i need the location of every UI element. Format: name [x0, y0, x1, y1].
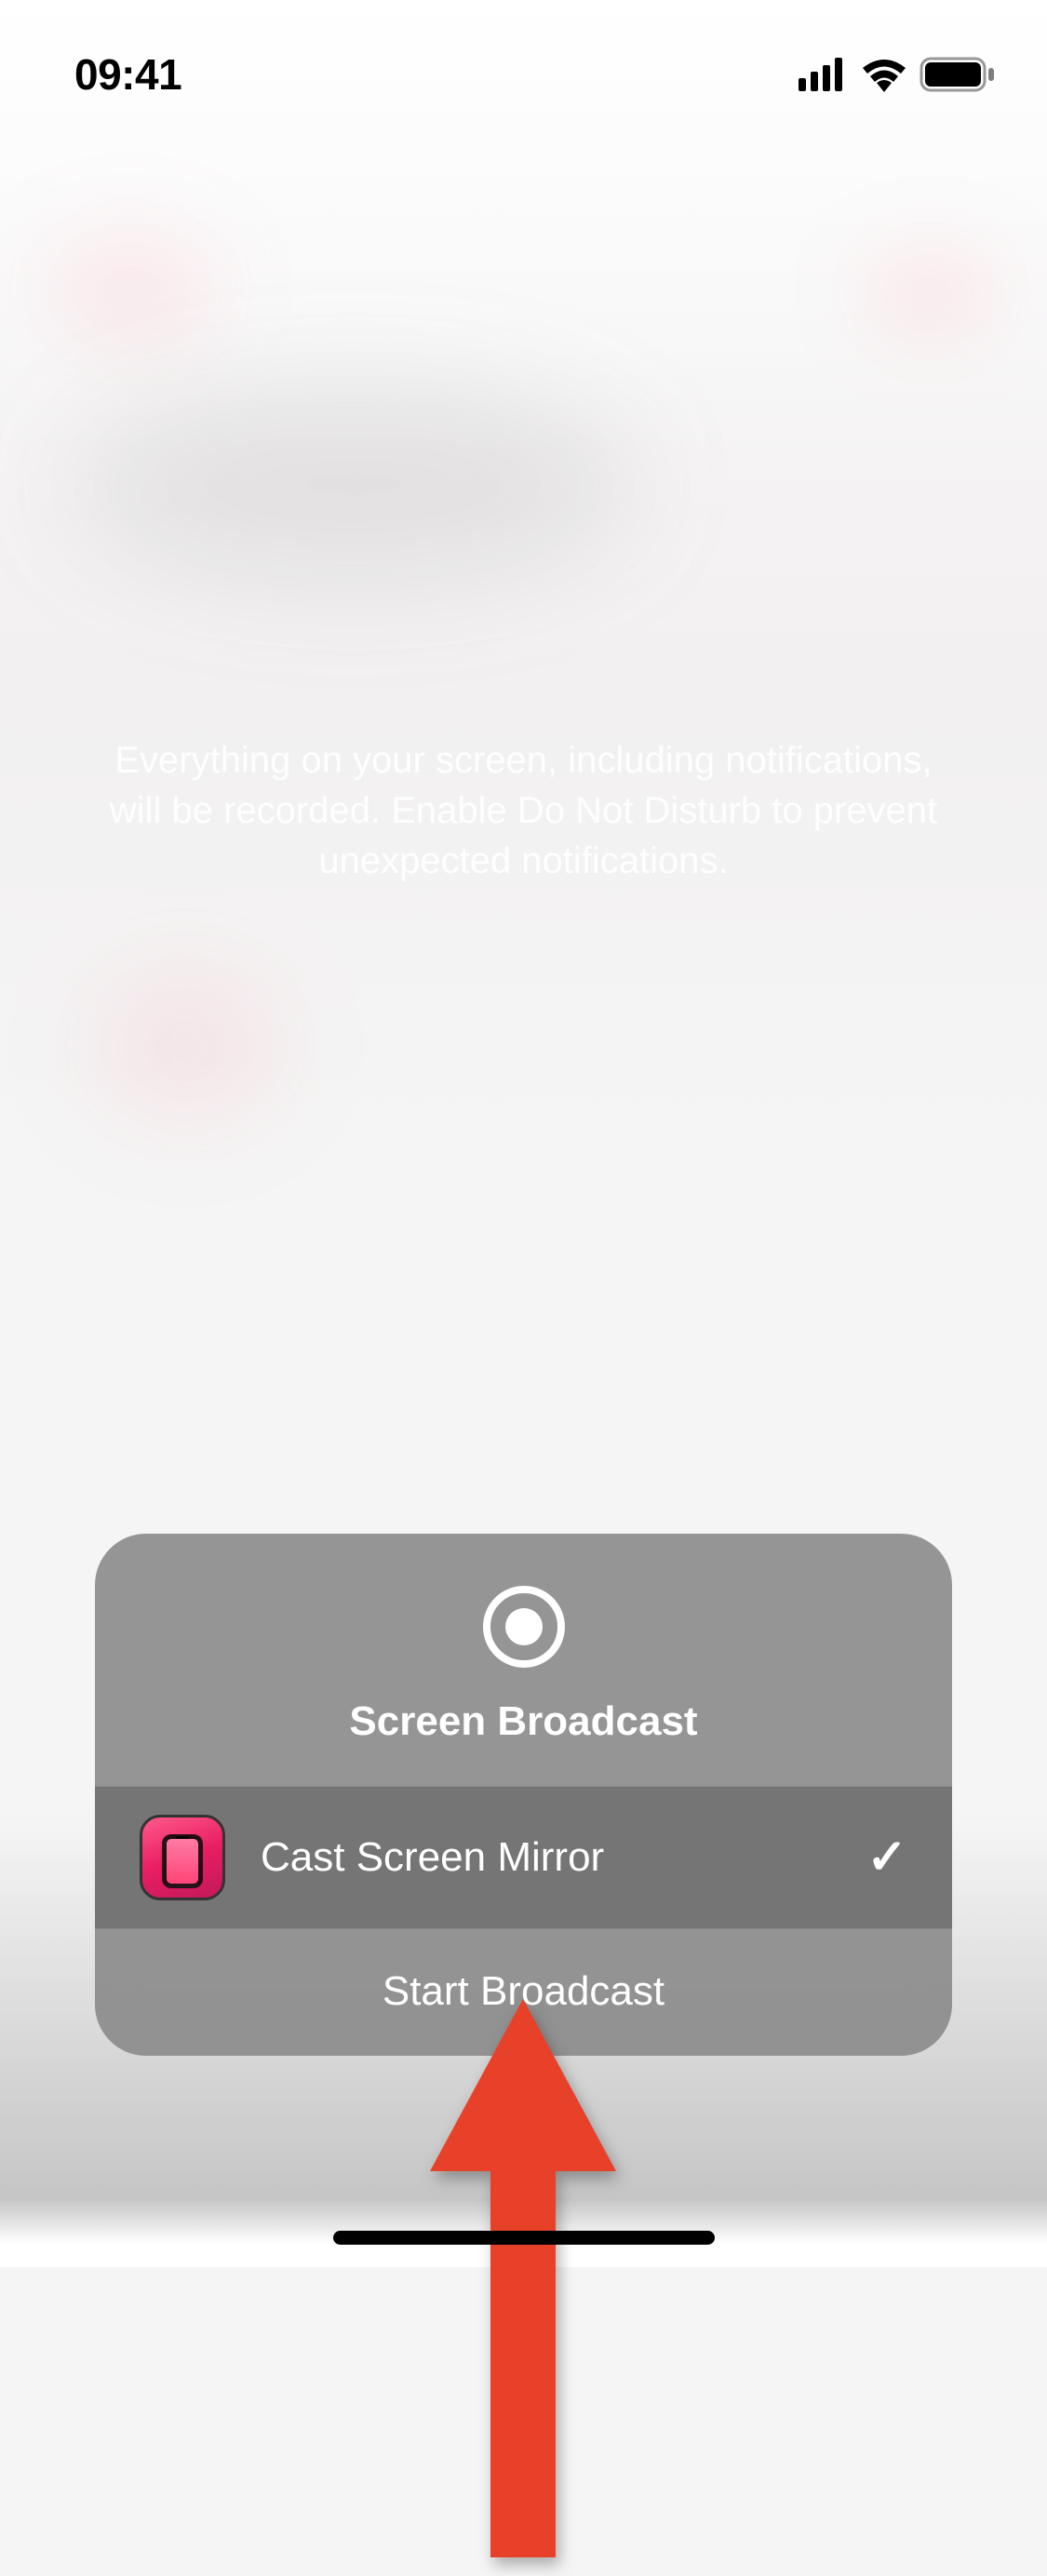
record-icon	[482, 1585, 566, 1669]
modal-title: Screen Broadcast	[349, 1698, 697, 1745]
app-name-label: Cast Screen Mirror	[261, 1834, 831, 1881]
recording-disclaimer: Everything on your screen, including not…	[0, 735, 1047, 886]
status-time: 09:41	[74, 49, 181, 100]
cellular-signal-icon	[799, 58, 849, 91]
status-bar: 09:41	[0, 0, 1047, 121]
broadcast-app-option[interactable]: Cast Screen Mirror ✓	[95, 1786, 952, 1929]
arrow-annotation-icon	[430, 1999, 616, 2576]
status-icons	[799, 57, 996, 92]
battery-icon	[919, 57, 996, 92]
checkmark-icon: ✓	[866, 1830, 907, 1885]
modal-header: Screen Broadcast	[95, 1534, 952, 1786]
wifi-icon	[860, 57, 908, 92]
cast-screen-mirror-app-icon	[140, 1815, 225, 1900]
home-indicator[interactable]	[333, 2231, 715, 2245]
broadcast-picker-modal: Screen Broadcast Cast Screen Mirror ✓ St…	[95, 1534, 952, 2056]
